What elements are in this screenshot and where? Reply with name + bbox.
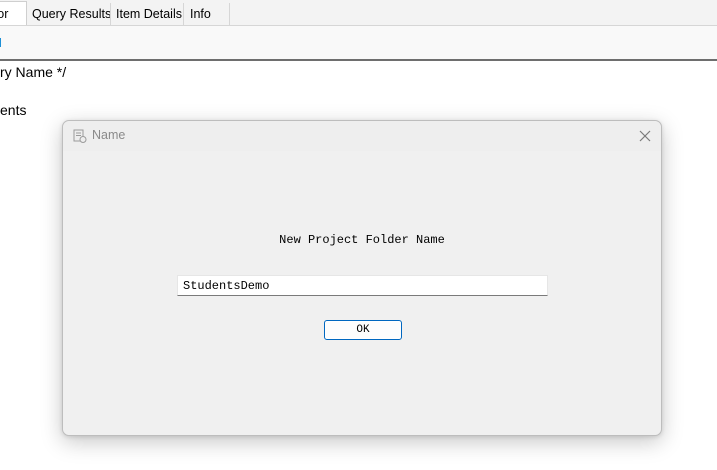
dialog-title: Name: [92, 128, 126, 142]
app-window: itor Query Results Item Details Info ry …: [0, 0, 717, 470]
toolbar-button-icon[interactable]: [0, 38, 1, 47]
close-icon[interactable]: [635, 126, 655, 146]
editor-line-2[interactable]: ents: [0, 102, 26, 118]
name-dialog: Name New Project Folder Name OK: [62, 120, 662, 436]
toolbar-divider: [0, 59, 717, 61]
prompt-label: New Project Folder Name: [279, 233, 445, 247]
tab-query-results[interactable]: Query Results: [27, 3, 111, 26]
folder-name-input[interactable]: [177, 275, 548, 296]
tab-editor[interactable]: itor: [0, 1, 27, 26]
tab-item-details[interactable]: Item Details: [111, 3, 184, 26]
app-icon: [73, 129, 87, 143]
dialog-body: New Project Folder Name OK: [63, 151, 661, 435]
dialog-titlebar[interactable]: Name: [63, 121, 661, 151]
ok-button[interactable]: OK: [324, 320, 402, 340]
editor-line-1[interactable]: ry Name */: [0, 64, 66, 80]
editor-toolbar: [0, 26, 717, 59]
tab-info[interactable]: Info: [184, 3, 230, 26]
tab-strip: itor Query Results Item Details Info: [0, 0, 717, 26]
